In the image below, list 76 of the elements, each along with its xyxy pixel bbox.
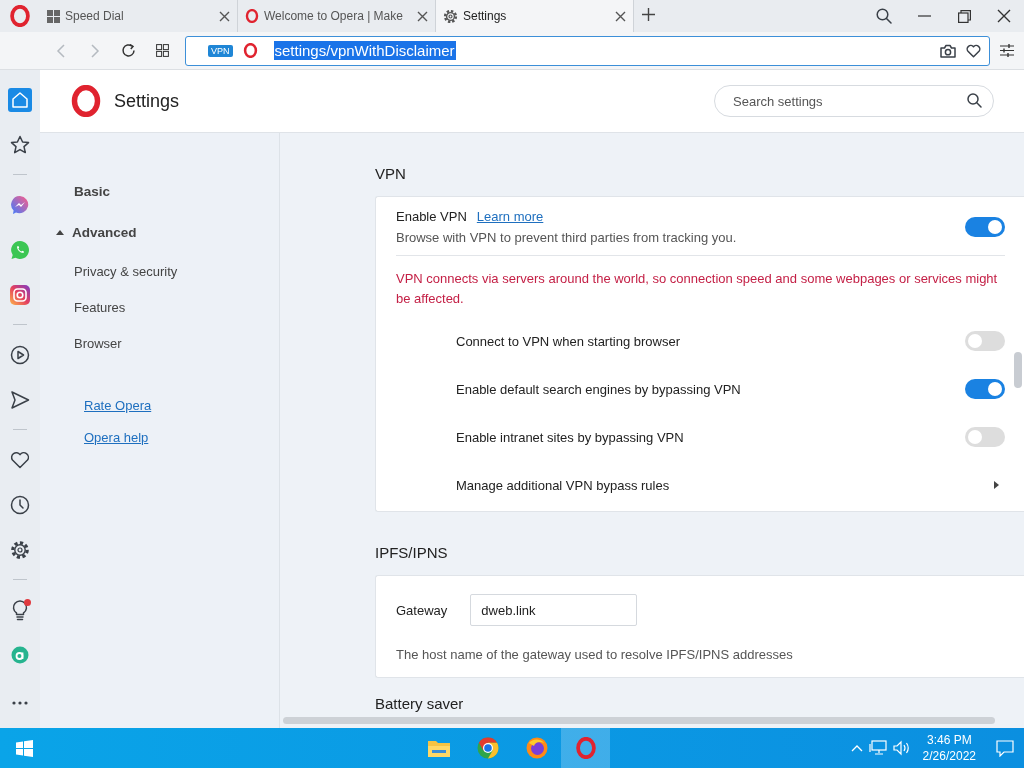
lightbulb-icon[interactable] xyxy=(11,598,29,621)
gateway-field[interactable]: dweb.link xyxy=(470,594,638,626)
messenger-icon[interactable] xyxy=(10,194,30,215)
nav-link[interactable]: Opera help xyxy=(84,429,149,445)
camera-app-icon[interactable] xyxy=(10,284,30,305)
toggle-switch[interactable] xyxy=(965,217,1005,237)
section-title: IPFS/IPNS xyxy=(375,542,449,563)
gear-icon xyxy=(443,8,458,24)
nav-item[interactable]: Features xyxy=(40,289,279,325)
nav-link[interactable]: Rate Opera xyxy=(84,397,152,413)
clock-icon[interactable] xyxy=(10,494,30,515)
nav-item[interactable]: Advanced xyxy=(72,225,137,240)
firefox-icon[interactable] xyxy=(525,737,548,759)
opera-logo-icon xyxy=(70,85,102,117)
vpn-badge[interactable]: VPN xyxy=(208,44,233,57)
warning-text: VPN connects via servers around the world, so connection speed and some webpages or services might be affected. xyxy=(396,270,999,308)
toggle-switch[interactable] xyxy=(965,427,1005,447)
setting-label: Manage additional VPN bypass rules xyxy=(456,477,671,493)
search-field[interactable]: Search settings xyxy=(714,85,994,117)
section-title: VPN xyxy=(375,163,407,184)
url-text: settings/vpnWithDisclaimer xyxy=(273,41,456,60)
scrollbar-thumb[interactable] xyxy=(1014,352,1022,388)
play-icon[interactable] xyxy=(10,344,30,365)
opera-logo-icon xyxy=(242,43,258,58)
setting-label: Enable intranet sites by bypassing VPN xyxy=(456,429,685,445)
page-title: Settings xyxy=(114,90,180,112)
opera-logo-icon xyxy=(245,9,259,23)
chat-assistant-icon[interactable] xyxy=(11,645,29,664)
close-icon[interactable] xyxy=(615,10,626,22)
close-icon[interactable] xyxy=(417,10,428,22)
setting-label: Enable VPN xyxy=(396,209,467,224)
clock-time[interactable]: 3:46 PM xyxy=(926,732,972,748)
folder-icon[interactable] xyxy=(427,739,450,757)
camera-icon[interactable] xyxy=(940,43,957,58)
opera-menu-icon[interactable] xyxy=(9,5,31,27)
grid-icon xyxy=(47,9,60,23)
new-tab-icon[interactable] xyxy=(642,8,655,21)
nav-item[interactable]: Basic xyxy=(40,171,279,212)
collapse-arrow-icon[interactable] xyxy=(56,230,64,235)
heart-icon[interactable] xyxy=(966,43,982,58)
reload-icon[interactable] xyxy=(120,43,136,58)
close-icon[interactable] xyxy=(219,10,230,22)
windows-logo-icon[interactable] xyxy=(15,739,33,757)
star-icon[interactable] xyxy=(10,134,30,155)
home-icon[interactable] xyxy=(8,87,32,112)
close-icon[interactable] xyxy=(997,9,1011,23)
search-icon xyxy=(967,93,982,108)
address-field[interactable]: VPN settings/vpnWithDisclaimer xyxy=(185,35,991,66)
tiles-icon[interactable] xyxy=(155,44,169,57)
setting-description: Browse with VPN to prevent third parties from tracking you. xyxy=(396,230,738,245)
nav-item[interactable]: Browser xyxy=(40,325,279,361)
heart-icon[interactable] xyxy=(10,450,30,469)
minimize-icon[interactable] xyxy=(917,15,931,17)
volume-icon[interactable] xyxy=(892,740,911,756)
toggle-switch[interactable] xyxy=(965,379,1005,399)
chevron-up-icon[interactable] xyxy=(850,744,863,752)
chevron-right-icon[interactable] xyxy=(994,481,999,489)
setting-label: Enable default search engines by bypassing VPN xyxy=(456,381,742,397)
search-icon[interactable] xyxy=(876,8,892,24)
scrollbar-thumb[interactable] xyxy=(283,717,995,724)
chrome-icon[interactable] xyxy=(476,737,499,759)
more-icon[interactable] xyxy=(12,700,28,705)
setting-description: The host name of the gateway used to resolve IPFS/IPNS addresses xyxy=(396,646,794,664)
nav-item[interactable]: Privacy & security xyxy=(40,253,279,289)
section-title: Battery saver xyxy=(375,693,465,714)
sliders-icon[interactable] xyxy=(1000,44,1015,57)
setting-label: Connect to VPN when starting browser xyxy=(456,333,681,349)
learn-more-link[interactable]: Learn more xyxy=(476,209,544,224)
clock-date[interactable]: 2/26/2022 xyxy=(922,748,976,764)
notifications-icon[interactable] xyxy=(996,739,1014,757)
browser-tab[interactable]: Settings xyxy=(436,0,634,32)
send-icon[interactable] xyxy=(10,389,30,410)
settings-icon[interactable] xyxy=(10,539,30,560)
field-label: Gateway xyxy=(396,602,448,618)
restore-icon[interactable] xyxy=(957,9,971,23)
toggle-switch[interactable] xyxy=(965,331,1005,351)
